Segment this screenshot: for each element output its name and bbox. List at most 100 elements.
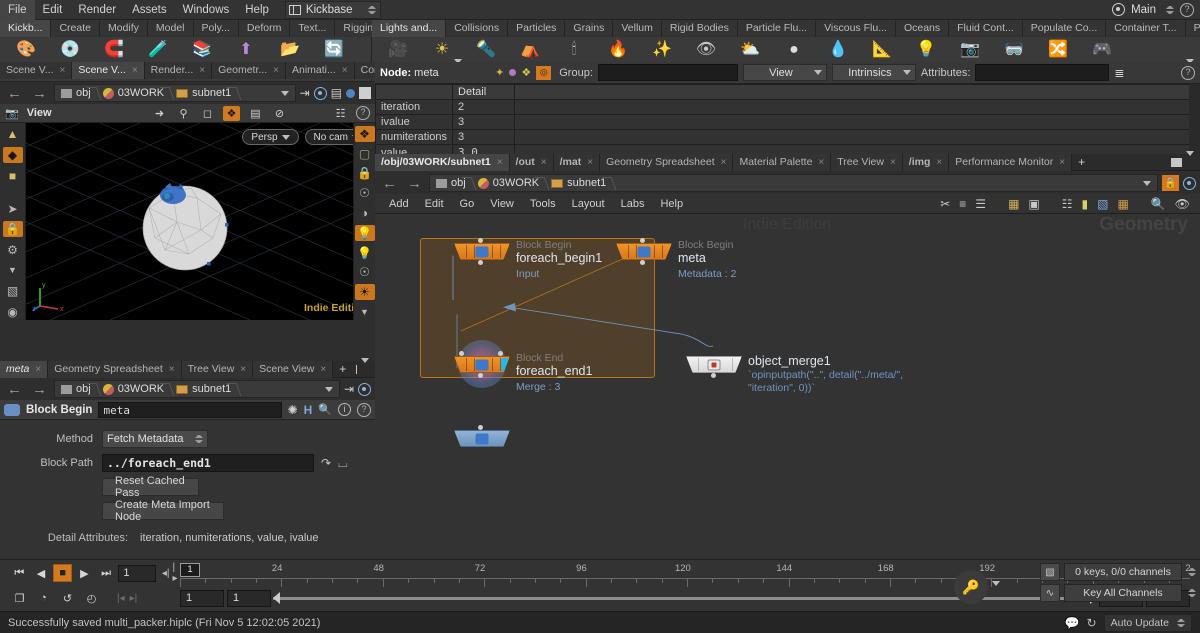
pin-toggle-icon[interactable]: 🔒 xyxy=(1162,175,1179,191)
key-mode-spinner[interactable] xyxy=(1188,589,1196,597)
net-menu-tools[interactable]: Tools xyxy=(522,198,564,210)
close-icon[interactable]: × xyxy=(35,364,41,375)
node-foreach-begin1[interactable]: Block Begin foreach_begin1 Input xyxy=(454,238,602,280)
lock-icon[interactable]: 🔒 xyxy=(2,220,23,238)
net-menu-help[interactable]: Help xyxy=(652,198,691,210)
menu-render[interactable]: Render xyxy=(70,0,124,20)
shelf-tab-deform[interactable]: Deform xyxy=(238,20,291,37)
display-flag-icon[interactable]: 👁 xyxy=(1175,197,1190,211)
playhead[interactable]: 1 xyxy=(180,563,200,577)
attributes-input[interactable] xyxy=(975,64,1110,81)
close-icon[interactable]: × xyxy=(541,157,547,168)
display-shaded-icon[interactable]: ❖ xyxy=(354,126,375,142)
net-menu-edit[interactable]: Edit xyxy=(417,198,452,210)
keyframe-snap-icon[interactable]: ❐ xyxy=(10,589,29,607)
breadcrumb-subnet1[interactable]: subnet1 xyxy=(172,381,239,397)
maximize-pane-network[interactable] xyxy=(1171,157,1182,167)
key-mode-field[interactable]: Key All Channels xyxy=(1064,584,1182,602)
color-palette-icon[interactable]: ▦ xyxy=(1008,197,1019,211)
auto-update-spinner[interactable] xyxy=(1177,618,1185,627)
path-dropdown-icon[interactable] xyxy=(280,90,289,96)
auto-update-selector[interactable]: Auto Update xyxy=(1103,613,1192,632)
tab-geometry-spreadsheet-left[interactable]: Geometry Spreadsheet × xyxy=(48,360,182,378)
node-body[interactable] xyxy=(686,356,742,373)
search-icon[interactable]: 🔍 xyxy=(318,403,332,416)
node-input-connector[interactable] xyxy=(459,351,464,356)
audio-icon[interactable]: ◔ xyxy=(34,589,53,607)
tab-tree-view-net[interactable]: Tree View × xyxy=(831,153,903,171)
key-scope-dropdown-icon[interactable] xyxy=(992,581,1000,586)
blockpath-input[interactable]: ../foreach_end1 xyxy=(102,454,314,472)
col-detail[interactable]: Detail xyxy=(452,84,516,100)
jump-end-icon[interactable]: ⏭ xyxy=(97,564,116,582)
menu-edit[interactable]: Edit xyxy=(35,0,71,20)
ghost-icon[interactable]: ☉ xyxy=(355,185,375,201)
step-back-icon[interactable]: ◀ xyxy=(32,564,51,582)
node-meta[interactable]: Block Begin meta Metadata : 2 xyxy=(616,238,736,280)
tab-tree-view-left[interactable]: Tree View × xyxy=(181,360,254,378)
play-icon[interactable]: ▶ xyxy=(75,564,94,582)
close-icon[interactable]: × xyxy=(890,157,896,168)
tab-obj-03work-subnet1[interactable]: /obj/03WORK/subnet1 × xyxy=(375,153,510,171)
tools-scissors-icon[interactable]: ✂ xyxy=(940,197,950,211)
more-tools-icon[interactable]: ▼ xyxy=(3,262,23,279)
viewport-path-field[interactable]: obj 03WORK subnet1 xyxy=(54,84,296,102)
subnet-box-icon[interactable]: ▦ xyxy=(1117,197,1128,211)
shelf-tab-collisions[interactable]: Collisions xyxy=(446,20,509,37)
realtime-icon[interactable]: ◴ xyxy=(82,589,101,607)
group-input[interactable] xyxy=(597,64,738,81)
tab-render-view[interactable]: Render... × xyxy=(144,61,213,79)
maximize-pane-parameters[interactable] xyxy=(356,364,357,374)
shelf-tab-particlefluids[interactable]: Particle Flu... xyxy=(737,20,817,37)
breadcrumb-03work[interactable]: 03WORK xyxy=(99,85,172,101)
chevron-down-icon[interactable] xyxy=(1186,151,1194,168)
node-body[interactable] xyxy=(454,430,510,447)
breadcrumb-subnet1[interactable]: subnet1 xyxy=(172,85,239,101)
path-dropdown-icon[interactable] xyxy=(1143,180,1151,186)
handle-tool-icon[interactable]: ⚲ xyxy=(175,106,192,121)
close-icon[interactable]: × xyxy=(587,157,593,168)
net-menu-add[interactable]: Add xyxy=(381,198,417,210)
step-next-key-icon[interactable]: |▸ xyxy=(173,562,180,584)
range-handle-left[interactable] xyxy=(273,591,280,604)
object-mode-icon[interactable]: ❖ xyxy=(223,105,240,121)
houdini-h-icon[interactable]: H xyxy=(304,403,313,417)
range-start2-field[interactable]: 1 xyxy=(227,589,271,607)
close-icon[interactable]: × xyxy=(1059,157,1065,168)
forward-arrow-icon[interactable]: → xyxy=(29,381,50,398)
texture-icon[interactable]: ◉ xyxy=(3,303,23,320)
snap-icon[interactable]: ⚙ xyxy=(3,241,23,258)
back-arrow-icon[interactable]: ← xyxy=(4,85,25,102)
tab-geo-spreadsheet-net[interactable]: Geometry Spreadsheet × xyxy=(600,153,734,171)
pane-set-selector[interactable]: Main xyxy=(1106,1,1180,19)
scene-viewport[interactable]: Persp No cam Indie Edition ▲ ◆ ■ ➤ 🔒 ⚙ ▼… xyxy=(0,123,375,320)
node-output-connector[interactable] xyxy=(640,260,645,265)
arrow-cursor-icon[interactable]: ➤ xyxy=(3,200,23,217)
shelf-tab-containertools[interactable]: Container T... xyxy=(1106,20,1186,37)
shelf-tab-create[interactable]: Create xyxy=(51,20,100,37)
tab-material-palette[interactable]: Material Palette × xyxy=(733,153,832,171)
net-menu-view[interactable]: View xyxy=(482,198,522,210)
view-tool-icon[interactable]: ◻ xyxy=(199,106,216,121)
range-end-jump-icon[interactable]: ▸| xyxy=(130,593,138,604)
node-partial-below[interactable] xyxy=(454,425,510,447)
spreadsheet-detail-icon[interactable]: ◎ xyxy=(536,65,552,80)
display-wire-icon[interactable]: ▢ xyxy=(355,146,375,162)
shelf-tab-modify[interactable]: Modify xyxy=(99,20,148,37)
lights-icon[interactable]: ☉ xyxy=(355,265,375,281)
viewport-help-icon[interactable]: ? xyxy=(356,106,370,120)
net-menu-layout[interactable]: Layout xyxy=(564,198,613,210)
shelf-tab-lights[interactable]: Lights and... xyxy=(372,20,447,37)
tab-animation[interactable]: Animati... × xyxy=(286,61,355,79)
headlight-icon[interactable]: 💡 xyxy=(354,224,375,241)
back-arrow-icon[interactable]: ← xyxy=(4,381,25,398)
layout-nodes-icon[interactable]: ☷ xyxy=(1062,197,1073,211)
lock-view-icon[interactable]: 🔒 xyxy=(355,166,375,182)
select-prims-icon[interactable]: ◆ xyxy=(2,146,23,164)
shading-icon[interactable]: ◑ xyxy=(355,205,375,221)
view-mode-dropdown[interactable]: View xyxy=(742,64,827,81)
tab-img[interactable]: /img × xyxy=(902,153,950,171)
shelf-tab-viscousfluids[interactable]: Viscous Flu... xyxy=(816,20,896,37)
spreadsheet-filter-icon[interactable]: ✦ xyxy=(495,66,504,79)
select-tool-icon[interactable]: ➜ xyxy=(151,106,168,121)
